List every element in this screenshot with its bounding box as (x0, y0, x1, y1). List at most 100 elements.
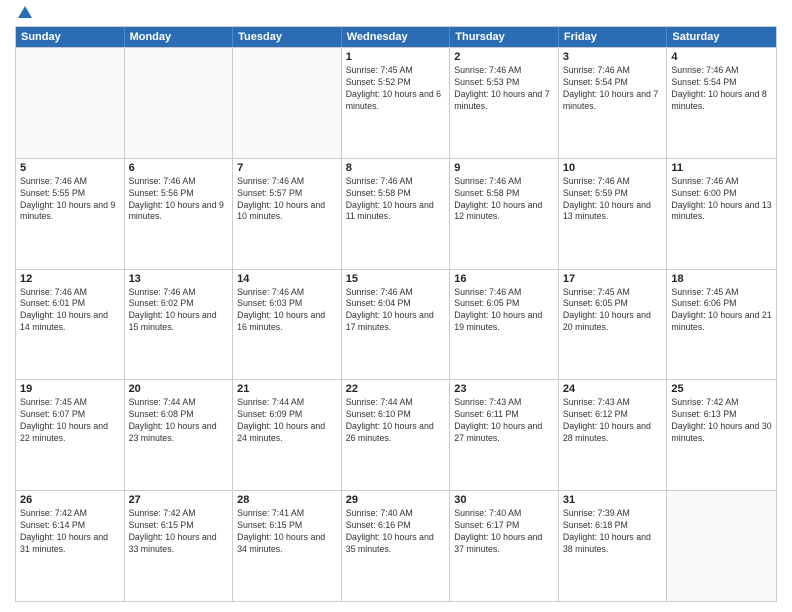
cell-day-number: 12 (20, 273, 120, 285)
cal-cell: 31 Sunrise: 7:39 AM Sunset: 6:18 PM Dayli… (559, 491, 668, 601)
cal-cell (16, 48, 125, 158)
cal-cell (667, 491, 776, 601)
cal-cell: 20 Sunrise: 7:44 AM Sunset: 6:08 PM Dayli… (125, 380, 234, 490)
cal-header-cell-monday: Monday (125, 27, 234, 47)
cal-cell: 19 Sunrise: 7:45 AM Sunset: 6:07 PM Dayli… (16, 380, 125, 490)
cal-header-cell-friday: Friday (559, 27, 668, 47)
cell-day-number: 26 (20, 494, 120, 506)
cell-day-number: 30 (454, 494, 554, 506)
cell-day-number: 22 (346, 383, 446, 395)
cell-info-text: Sunrise: 7:42 AM Sunset: 6:15 PM Dayligh… (129, 508, 229, 556)
cell-day-number: 8 (346, 162, 446, 174)
cal-row-1: 5Sunrise: 7:46 AM Sunset: 5:55 PM Daylig… (16, 158, 776, 269)
cal-row-3: 19 Sunrise: 7:45 AM Sunset: 6:07 PM Dayli… (16, 379, 776, 490)
cell-info-text: Sunrise: 7:44 AM Sunset: 6:08 PM Dayligh… (129, 397, 229, 445)
cell-info-text: Sunrise: 7:42 AM Sunset: 6:14 PM Dayligh… (20, 508, 120, 556)
cell-info-text: Sunrise: 7:46 AM Sunset: 5:58 PM Dayligh… (454, 176, 554, 224)
cal-cell: 7Sunrise: 7:46 AM Sunset: 5:57 PM Daylig… (233, 159, 342, 269)
cal-cell: 12Sunrise: 7:46 AM Sunset: 6:01 PM Dayli… (16, 270, 125, 380)
cell-day-number: 20 (129, 383, 229, 395)
cell-info-text: Sunrise: 7:45 AM Sunset: 6:07 PM Dayligh… (20, 397, 120, 445)
cal-cell: 22Sunrise: 7:44 AM Sunset: 6:10 PM Dayli… (342, 380, 451, 490)
cal-cell: 11 Sunrise: 7:46 AM Sunset: 6:00 PM Dayli… (667, 159, 776, 269)
cell-info-text: Sunrise: 7:46 AM Sunset: 5:58 PM Dayligh… (346, 176, 446, 224)
cal-cell: 10Sunrise: 7:46 AM Sunset: 5:59 PM Dayli… (559, 159, 668, 269)
cell-day-number: 31 (563, 494, 663, 506)
cal-cell (233, 48, 342, 158)
cal-row-4: 26 Sunrise: 7:42 AM Sunset: 6:14 PM Dayli… (16, 490, 776, 601)
cell-info-text: Sunrise: 7:43 AM Sunset: 6:12 PM Dayligh… (563, 397, 663, 445)
cell-day-number: 3 (563, 51, 663, 63)
calendar: SundayMondayTuesdayWednesdayThursdayFrid… (15, 26, 777, 602)
cell-day-number: 19 (20, 383, 120, 395)
cell-day-number: 17 (563, 273, 663, 285)
cal-cell: 15Sunrise: 7:46 AM Sunset: 6:04 PM Dayli… (342, 270, 451, 380)
logo-icon (16, 4, 34, 22)
cell-info-text: Sunrise: 7:46 AM Sunset: 6:03 PM Dayligh… (237, 287, 337, 335)
cell-day-number: 6 (129, 162, 229, 174)
cell-day-number: 7 (237, 162, 337, 174)
cell-info-text: Sunrise: 7:46 AM Sunset: 6:00 PM Dayligh… (671, 176, 772, 224)
cal-cell: 13Sunrise: 7:46 AM Sunset: 6:02 PM Dayli… (125, 270, 234, 380)
cell-info-text: Sunrise: 7:45 AM Sunset: 6:06 PM Dayligh… (671, 287, 772, 335)
cell-info-text: Sunrise: 7:46 AM Sunset: 6:05 PM Dayligh… (454, 287, 554, 335)
cal-cell: 30Sunrise: 7:40 AM Sunset: 6:17 PM Dayli… (450, 491, 559, 601)
cell-info-text: Sunrise: 7:42 AM Sunset: 6:13 PM Dayligh… (671, 397, 772, 445)
cal-header-cell-thursday: Thursday (450, 27, 559, 47)
header (15, 10, 777, 18)
cell-day-number: 16 (454, 273, 554, 285)
cell-info-text: Sunrise: 7:46 AM Sunset: 5:56 PM Dayligh… (129, 176, 229, 224)
cal-cell: 27 Sunrise: 7:42 AM Sunset: 6:15 PM Dayli… (125, 491, 234, 601)
cell-day-number: 2 (454, 51, 554, 63)
calendar-header-row: SundayMondayTuesdayWednesdayThursdayFrid… (16, 27, 776, 47)
calendar-body: 1Sunrise: 7:45 AM Sunset: 5:52 PM Daylig… (16, 47, 776, 601)
cell-day-number: 15 (346, 273, 446, 285)
cal-cell: 2 Sunrise: 7:46 AM Sunset: 5:53 PM Daylig… (450, 48, 559, 158)
cal-cell: 18 Sunrise: 7:45 AM Sunset: 6:06 PM Dayli… (667, 270, 776, 380)
cal-cell: 28Sunrise: 7:41 AM Sunset: 6:15 PM Dayli… (233, 491, 342, 601)
cell-day-number: 18 (671, 273, 772, 285)
cal-cell: 9 Sunrise: 7:46 AM Sunset: 5:58 PM Daylig… (450, 159, 559, 269)
cell-day-number: 13 (129, 273, 229, 285)
cal-cell: 29 Sunrise: 7:40 AM Sunset: 6:16 PM Dayli… (342, 491, 451, 601)
cal-cell: 5Sunrise: 7:46 AM Sunset: 5:55 PM Daylig… (16, 159, 125, 269)
page: SundayMondayTuesdayWednesdayThursdayFrid… (0, 0, 792, 612)
cal-cell: 26 Sunrise: 7:42 AM Sunset: 6:14 PM Dayli… (16, 491, 125, 601)
cell-info-text: Sunrise: 7:40 AM Sunset: 6:16 PM Dayligh… (346, 508, 446, 556)
logo (15, 10, 34, 18)
cell-day-number: 21 (237, 383, 337, 395)
cell-day-number: 27 (129, 494, 229, 506)
cal-cell: 16 Sunrise: 7:46 AM Sunset: 6:05 PM Dayli… (450, 270, 559, 380)
cell-day-number: 11 (671, 162, 772, 174)
cal-cell: 4 Sunrise: 7:46 AM Sunset: 5:54 PM Daylig… (667, 48, 776, 158)
cell-day-number: 9 (454, 162, 554, 174)
cell-day-number: 23 (454, 383, 554, 395)
cal-cell: 8 Sunrise: 7:46 AM Sunset: 5:58 PM Daylig… (342, 159, 451, 269)
cell-info-text: Sunrise: 7:46 AM Sunset: 5:54 PM Dayligh… (671, 65, 772, 113)
cell-day-number: 14 (237, 273, 337, 285)
cell-info-text: Sunrise: 7:39 AM Sunset: 6:18 PM Dayligh… (563, 508, 663, 556)
cal-cell: 6 Sunrise: 7:46 AM Sunset: 5:56 PM Daylig… (125, 159, 234, 269)
cal-cell: 23Sunrise: 7:43 AM Sunset: 6:11 PM Dayli… (450, 380, 559, 490)
cell-info-text: Sunrise: 7:46 AM Sunset: 5:54 PM Dayligh… (563, 65, 663, 113)
cell-day-number: 29 (346, 494, 446, 506)
cal-cell: 3 Sunrise: 7:46 AM Sunset: 5:54 PM Daylig… (559, 48, 668, 158)
cal-header-cell-tuesday: Tuesday (233, 27, 342, 47)
cal-cell: 1Sunrise: 7:45 AM Sunset: 5:52 PM Daylig… (342, 48, 451, 158)
cell-day-number: 4 (671, 51, 772, 63)
cell-info-text: Sunrise: 7:45 AM Sunset: 6:05 PM Dayligh… (563, 287, 663, 335)
cell-day-number: 25 (671, 383, 772, 395)
cal-header-cell-sunday: Sunday (16, 27, 125, 47)
cal-cell (125, 48, 234, 158)
cal-header-cell-saturday: Saturday (667, 27, 776, 47)
cell-info-text: Sunrise: 7:45 AM Sunset: 5:52 PM Dayligh… (346, 65, 446, 113)
cal-cell: 21Sunrise: 7:44 AM Sunset: 6:09 PM Dayli… (233, 380, 342, 490)
cal-row-0: 1Sunrise: 7:45 AM Sunset: 5:52 PM Daylig… (16, 47, 776, 158)
cal-cell: 17 Sunrise: 7:45 AM Sunset: 6:05 PM Dayli… (559, 270, 668, 380)
cal-cell: 14 Sunrise: 7:46 AM Sunset: 6:03 PM Dayli… (233, 270, 342, 380)
cell-day-number: 28 (237, 494, 337, 506)
cal-header-cell-wednesday: Wednesday (342, 27, 451, 47)
cell-day-number: 5 (20, 162, 120, 174)
cal-cell: 25 Sunrise: 7:42 AM Sunset: 6:13 PM Dayli… (667, 380, 776, 490)
cell-info-text: Sunrise: 7:46 AM Sunset: 5:53 PM Dayligh… (454, 65, 554, 113)
